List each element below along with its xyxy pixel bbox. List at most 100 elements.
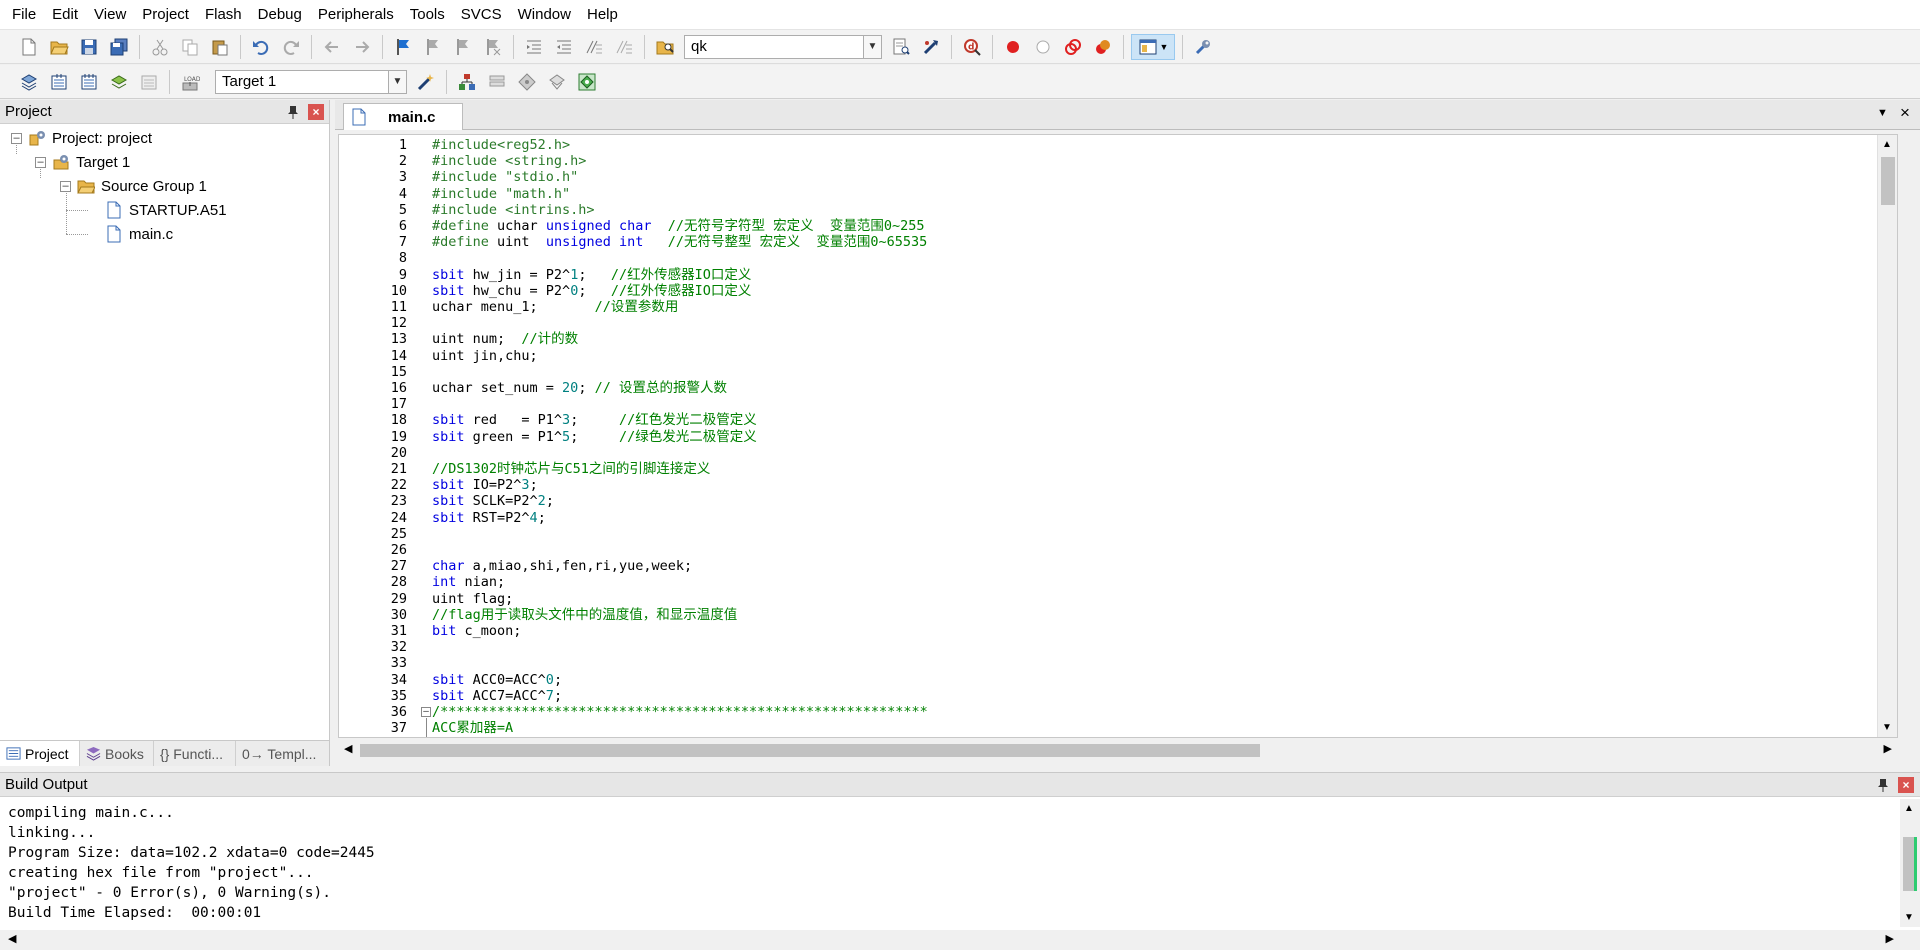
menu-view[interactable]: View xyxy=(86,0,134,30)
scroll-up-icon[interactable]: ▲ xyxy=(1904,803,1914,814)
code-line: int nian; xyxy=(432,574,505,590)
cut-button[interactable] xyxy=(147,34,173,60)
manage-project-items-button[interactable] xyxy=(454,69,480,95)
code-token: ACC累加器=A xyxy=(432,720,514,737)
collapse-icon[interactable]: – xyxy=(60,180,71,192)
manage-rte-button[interactable] xyxy=(514,69,540,95)
menu-debug[interactable]: Debug xyxy=(250,0,310,30)
scroll-thumb[interactable] xyxy=(1881,157,1895,205)
undo-button[interactable] xyxy=(248,34,274,60)
unindent-button[interactable] xyxy=(551,34,577,60)
new-file-button[interactable] xyxy=(16,34,42,60)
tree-connector xyxy=(66,210,88,211)
tab-books[interactable]: Books xyxy=(80,741,154,766)
tree-node-project[interactable]: – Project: project xyxy=(11,126,152,150)
menu-svcs[interactable]: SVCS xyxy=(453,0,510,30)
rebuild-button[interactable] xyxy=(76,69,102,95)
select-packs-button[interactable] xyxy=(484,69,510,95)
navigate-back-button[interactable] xyxy=(319,34,345,60)
enable-breakpoint-button[interactable] xyxy=(1030,34,1056,60)
code-editor[interactable]: 1 2 3 4 5 6 7 8 9 10 11 12 13 14 15 16 17 18 19 20 21 22 23 24 2… xyxy=(338,134,1898,738)
code-token: 3 xyxy=(521,477,530,494)
batch-build-button[interactable] xyxy=(106,69,132,95)
indent-button[interactable] xyxy=(521,34,547,60)
tab-functions[interactable]: {} Functi... xyxy=(154,741,236,766)
insert-bookmark-button[interactable] xyxy=(390,34,416,60)
kill-all-breakpoints-button[interactable] xyxy=(1090,34,1116,60)
scroll-down-icon[interactable]: ▼ xyxy=(1882,722,1892,733)
disable-all-breakpoints-button[interactable] xyxy=(1060,34,1086,60)
menu-tools[interactable]: Tools xyxy=(402,0,453,30)
find-in-files-button[interactable] xyxy=(652,34,678,60)
menu-flash[interactable]: Flash xyxy=(197,0,250,30)
clear-bookmarks-button[interactable] xyxy=(480,34,506,60)
paste-button[interactable] xyxy=(207,34,233,60)
next-bookmark-button[interactable] xyxy=(450,34,476,60)
target-options-button[interactable] xyxy=(413,69,439,95)
menu-edit[interactable]: Edit xyxy=(44,0,86,30)
insert-breakpoint-button[interactable] xyxy=(1000,34,1026,60)
find-combo[interactable]: qk ▼ xyxy=(684,34,882,59)
download-button[interactable]: LOAD xyxy=(177,69,203,95)
scroll-thumb[interactable] xyxy=(360,744,1260,757)
menu-help[interactable]: Help xyxy=(579,0,626,30)
copy-button[interactable] xyxy=(177,34,203,60)
tab-project[interactable]: Project xyxy=(0,741,80,766)
tab-main-c[interactable]: main.c xyxy=(343,103,463,130)
collapse-icon[interactable]: – xyxy=(11,132,22,144)
save-all-button[interactable] xyxy=(106,34,132,60)
stop-build-button[interactable] xyxy=(136,69,162,95)
line-number: 16 xyxy=(390,380,407,396)
tree-node-main-file[interactable]: main.c xyxy=(105,222,173,246)
tree-node-target[interactable]: – Target 1 xyxy=(35,150,130,174)
scroll-left-icon[interactable]: ◀ xyxy=(8,932,16,945)
stop-build-icon xyxy=(141,75,157,89)
build-button[interactable] xyxy=(46,69,72,95)
save-button[interactable] xyxy=(76,34,102,60)
build-horizontal-scrollbar[interactable]: ◀ ▶ xyxy=(0,930,1920,950)
editor-vertical-scrollbar[interactable]: ▲ ▼ xyxy=(1877,135,1897,737)
code-token: uint num; xyxy=(432,331,522,348)
uncomment-selection-button[interactable] xyxy=(611,34,637,60)
close-icon[interactable]: × xyxy=(308,104,324,120)
editor-horizontal-scrollbar[interactable]: ◀ ▶ xyxy=(338,740,1898,760)
window-layout-button[interactable]: ▼ xyxy=(1131,33,1175,60)
menu-window[interactable]: Window xyxy=(510,0,579,30)
find-button[interactable] xyxy=(888,34,914,60)
target-select[interactable]: Target 1 ▼ xyxy=(215,69,407,94)
tree-node-startup-file[interactable]: STARTUP.A51 xyxy=(105,198,227,222)
run-time-environment-button[interactable] xyxy=(574,69,600,95)
previous-bookmark-button[interactable] xyxy=(420,34,446,60)
menu-file[interactable]: File xyxy=(4,0,44,30)
pin-icon[interactable] xyxy=(285,104,301,120)
scroll-right-icon[interactable]: ▶ xyxy=(1886,932,1894,945)
scroll-left-icon[interactable]: ◀ xyxy=(344,742,352,755)
pack-installer-button[interactable] xyxy=(544,69,570,95)
code-token: bit xyxy=(432,623,465,639)
tab-list-dropdown-icon[interactable]: ▼ xyxy=(1877,107,1888,119)
scroll-right-icon[interactable]: ▶ xyxy=(1884,742,1892,755)
translate-button[interactable] xyxy=(16,69,42,95)
navigate-forward-button[interactable] xyxy=(349,34,375,60)
fold-collapse-icon[interactable]: – xyxy=(421,707,431,717)
comment-selection-button[interactable] xyxy=(581,34,607,60)
tree-node-source-group[interactable]: – Source Group 1 xyxy=(60,174,207,198)
tab-templates[interactable]: 0→ Templ... xyxy=(236,741,324,766)
close-icon[interactable]: × xyxy=(1898,777,1914,793)
incremental-find-button[interactable] xyxy=(918,34,944,60)
redo-button[interactable] xyxy=(278,34,304,60)
debug-session-button[interactable]: d xyxy=(959,34,985,60)
menu-peripherals[interactable]: Peripherals xyxy=(310,0,402,30)
configure-button[interactable] xyxy=(1190,34,1216,60)
menu-project[interactable]: Project xyxy=(134,0,197,30)
scroll-down-icon[interactable]: ▼ xyxy=(1904,912,1914,923)
scroll-up-icon[interactable]: ▲ xyxy=(1882,139,1892,150)
pin-icon[interactable] xyxy=(1875,777,1891,793)
build-vertical-scrollbar[interactable]: ▲ ▼ xyxy=(1900,799,1920,927)
collapse-icon[interactable]: – xyxy=(35,156,46,168)
chevron-down-icon[interactable]: ▼ xyxy=(863,35,881,58)
open-file-button[interactable] xyxy=(46,34,72,60)
chevron-down-icon[interactable]: ▼ xyxy=(388,70,406,93)
scroll-thumb[interactable] xyxy=(1903,837,1917,891)
close-tab-icon[interactable]: × xyxy=(1900,103,1910,123)
